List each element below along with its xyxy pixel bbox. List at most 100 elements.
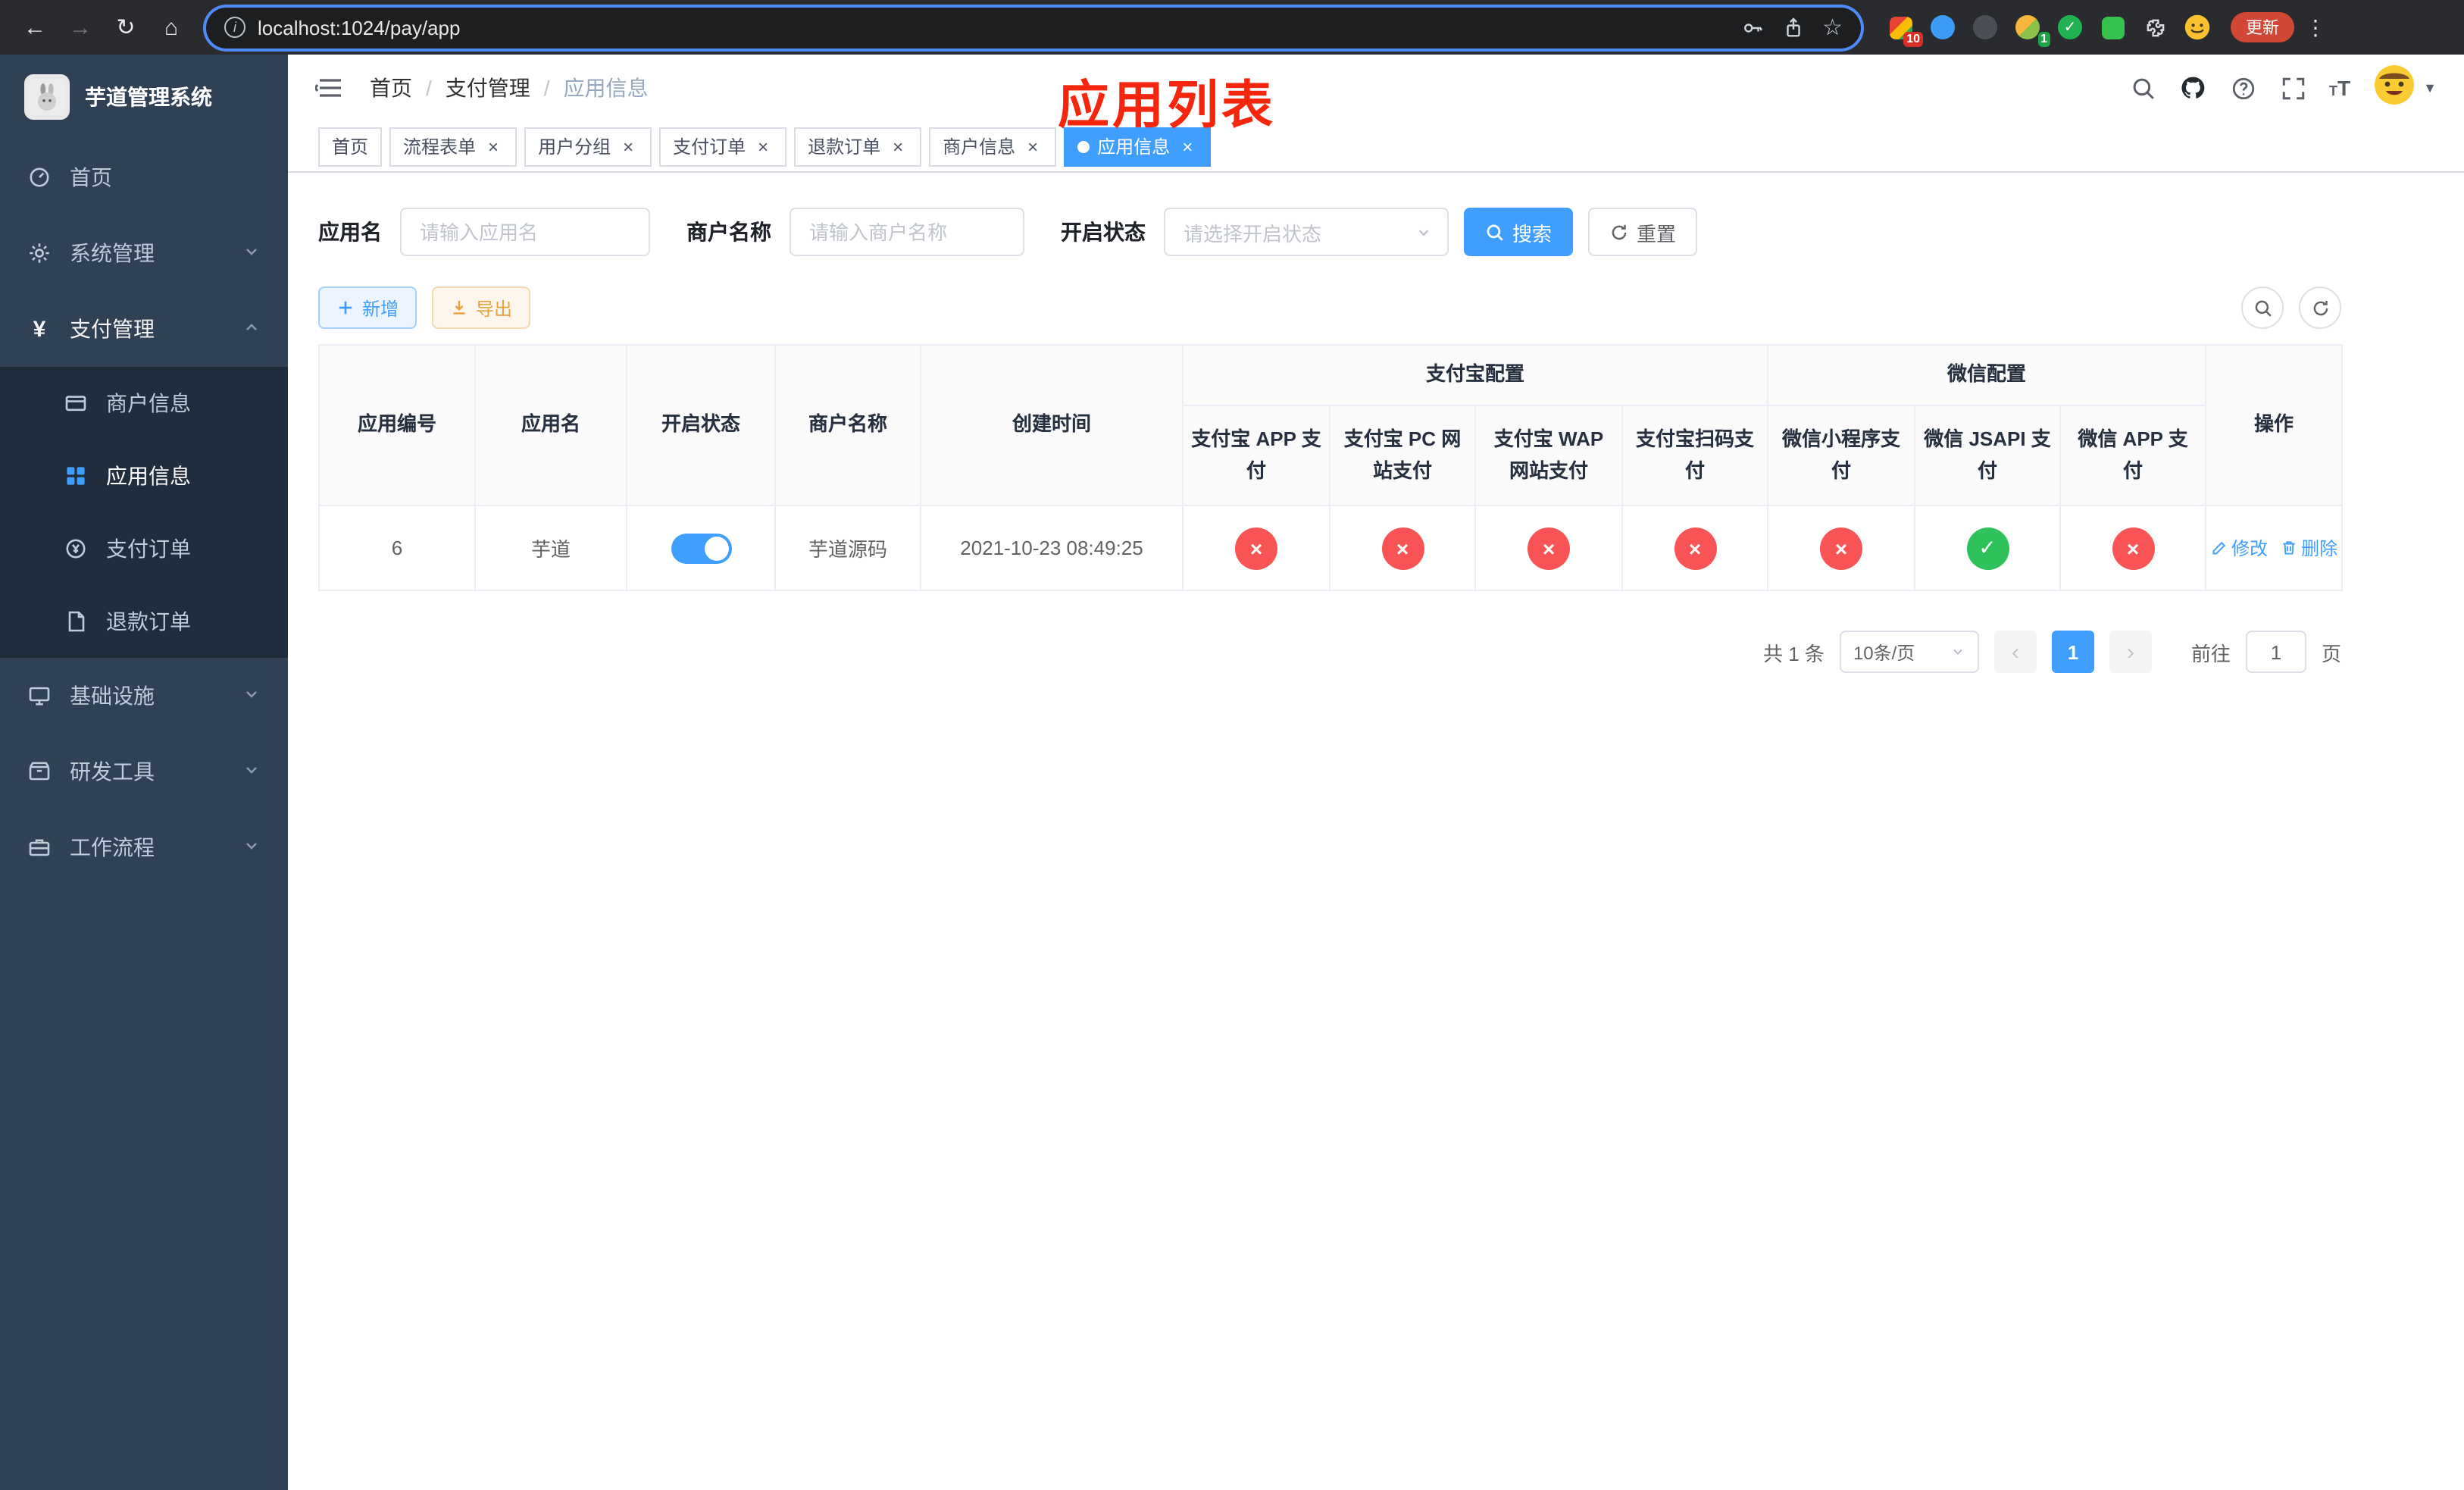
edit-link[interactable]: 修改: [2210, 535, 2268, 561]
browser-menu-icon[interactable]: ⋮: [2300, 14, 2331, 40]
refresh-table-button[interactable]: [2299, 286, 2341, 329]
browser-back-button[interactable]: ←: [15, 8, 55, 47]
help-icon[interactable]: [2229, 74, 2256, 102]
extension-strip: 10 1 ✓: [1885, 12, 2212, 47]
close-icon[interactable]: ×: [618, 136, 638, 156]
cell-app-name: 芋道: [474, 505, 627, 591]
share-icon[interactable]: [1781, 16, 1804, 39]
address-bar[interactable]: i localhost:1024/pay/app ☆: [206, 7, 1861, 48]
extension-check-icon[interactable]: ✓: [2055, 12, 2085, 42]
close-icon[interactable]: ×: [1177, 136, 1197, 156]
extension-dark-icon[interactable]: [1970, 12, 2000, 42]
github-icon[interactable]: [2179, 74, 2206, 102]
extensions-puzzle-icon[interactable]: [2140, 12, 2170, 42]
delete-link-label: 删除: [2301, 538, 2338, 559]
close-icon[interactable]: ×: [753, 136, 773, 156]
sidebar-item-workflow[interactable]: 工作流程: [0, 809, 288, 885]
next-page-button[interactable]: ›: [2109, 631, 2152, 673]
fullscreen-icon[interactable]: [2279, 74, 2306, 102]
breadcrumb-home[interactable]: 首页: [370, 73, 412, 103]
update-button[interactable]: 更新: [2231, 12, 2294, 42]
status-select[interactable]: 请选择开启状态: [1164, 208, 1449, 256]
sidebar-item-home[interactable]: 首页: [0, 139, 288, 215]
prev-page-button[interactable]: ‹: [1993, 631, 2037, 673]
merchant-name-input[interactable]: [790, 208, 1024, 256]
sidebar-collapse-button[interactable]: [314, 73, 346, 103]
sidebar-item-system[interactable]: 系统管理: [0, 215, 288, 291]
sidebar-logo-row[interactable]: 芋道管理系统: [0, 55, 288, 139]
col-header-alipay-app: 支付宝 APP 支付: [1182, 405, 1330, 506]
sidebar-item-label: 工作流程: [70, 835, 155, 859]
delete-link[interactable]: 删除: [2280, 535, 2337, 561]
screen: ← → ↻ ⌂ i localhost:1024/pay/app ☆ 10 1: [0, 0, 2464, 1490]
user-menu[interactable]: ▼: [2373, 63, 2437, 113]
sidebar-item-payment-order[interactable]: 支付订单: [0, 512, 288, 585]
bookmark-star-icon[interactable]: ☆: [1822, 14, 1843, 41]
extension-grid-icon[interactable]: 10: [1885, 12, 1923, 47]
col-header-created: 创建时间: [920, 344, 1184, 506]
cell-status: [626, 505, 776, 591]
export-button[interactable]: 导出: [432, 286, 531, 329]
gear-icon: [27, 241, 52, 265]
page-size-value: 10条/页: [1853, 642, 1915, 663]
close-icon[interactable]: ×: [483, 136, 503, 156]
font-size-icon[interactable]: TT: [2329, 76, 2350, 100]
close-icon[interactable]: ×: [888, 136, 908, 156]
top-navbar: 首页 / 支付管理 / 应用信息 TT ▼: [288, 55, 2464, 121]
search-button[interactable]: 搜索: [1464, 208, 1574, 256]
breadcrumb-separator: /: [426, 76, 432, 100]
reset-button[interactable]: 重置: [1588, 208, 1698, 256]
cell-created-time: 2021-10-23 08:49:25: [920, 505, 1184, 591]
tab-label: 流程表单: [403, 136, 477, 158]
search-icon[interactable]: [2129, 74, 2156, 102]
app-logo: [24, 74, 70, 120]
tab-home[interactable]: 首页: [318, 127, 383, 166]
chevron-up-icon: [242, 317, 261, 341]
tab-process-form[interactable]: 流程表单 ×: [389, 127, 518, 166]
site-info-icon[interactable]: i: [224, 17, 245, 38]
profile-avatar-icon[interactable]: [2182, 12, 2212, 42]
tab-merchant-info[interactable]: 商户信息 ×: [929, 127, 1057, 166]
browser-reload-button[interactable]: ↻: [106, 8, 145, 47]
sidebar-item-app-info[interactable]: 应用信息: [0, 440, 288, 512]
page-1-button[interactable]: 1: [2051, 631, 2094, 673]
chevron-down-icon: ▼: [2423, 80, 2437, 95]
sidebar-item-merchant-info[interactable]: 商户信息: [0, 367, 288, 440]
breadcrumb-current: 应用信息: [563, 76, 649, 100]
cell-alipay-qr: ×: [1621, 505, 1769, 591]
extension-avatar-icon[interactable]: 1: [2012, 12, 2050, 47]
status-toggle[interactable]: [671, 533, 731, 563]
tab-refund-order[interactable]: 退款订单 ×: [794, 127, 922, 166]
browser-forward-button[interactable]: →: [61, 8, 100, 47]
chevron-down-icon: [1418, 229, 1429, 236]
browser-home-button[interactable]: ⌂: [152, 8, 191, 47]
document-icon: [64, 609, 88, 634]
toggle-search-button[interactable]: [2241, 286, 2284, 329]
tab-user-group[interactable]: 用户分组 ×: [524, 127, 652, 166]
cell-alipay-wap: ×: [1474, 505, 1623, 591]
page-size-select[interactable]: 10条/页: [1839, 631, 1979, 673]
sidebar-item-payment[interactable]: ¥ 支付管理: [0, 291, 288, 367]
status-label: 开启状态: [1061, 220, 1146, 244]
sidebar-item-refund-order[interactable]: 退款订单: [0, 585, 288, 658]
tab-label: 商户信息: [943, 136, 1016, 158]
app-name-input[interactable]: [400, 208, 650, 256]
sidebar-item-infrastructure[interactable]: 基础设施: [0, 658, 288, 734]
cell-actions: 修改 删除: [2205, 505, 2344, 591]
password-key-icon[interactable]: [1740, 16, 1763, 39]
total-count: 共 1 条: [1763, 642, 1825, 665]
close-icon[interactable]: ×: [1023, 136, 1043, 156]
goto-page-input[interactable]: [2245, 631, 2306, 673]
refresh-icon: [2312, 299, 2328, 315]
url-text[interactable]: localhost:1024/pay/app: [258, 16, 460, 39]
sidebar-item-dev-tools[interactable]: 研发工具: [0, 734, 288, 809]
extension-blue-icon[interactable]: [1928, 12, 1958, 42]
status-cross-icon: ×: [1820, 527, 1863, 569]
reset-button-label: 重置: [1637, 222, 1677, 245]
add-button[interactable]: 新增: [318, 286, 417, 329]
extension-chat-icon[interactable]: [2097, 12, 2128, 42]
tab-payment-order[interactable]: 支付订单 ×: [659, 127, 787, 166]
breadcrumb-payment[interactable]: 支付管理: [446, 73, 530, 103]
cell-wechat-app: ×: [2059, 505, 2207, 591]
goto-label: 前往: [2190, 642, 2231, 665]
